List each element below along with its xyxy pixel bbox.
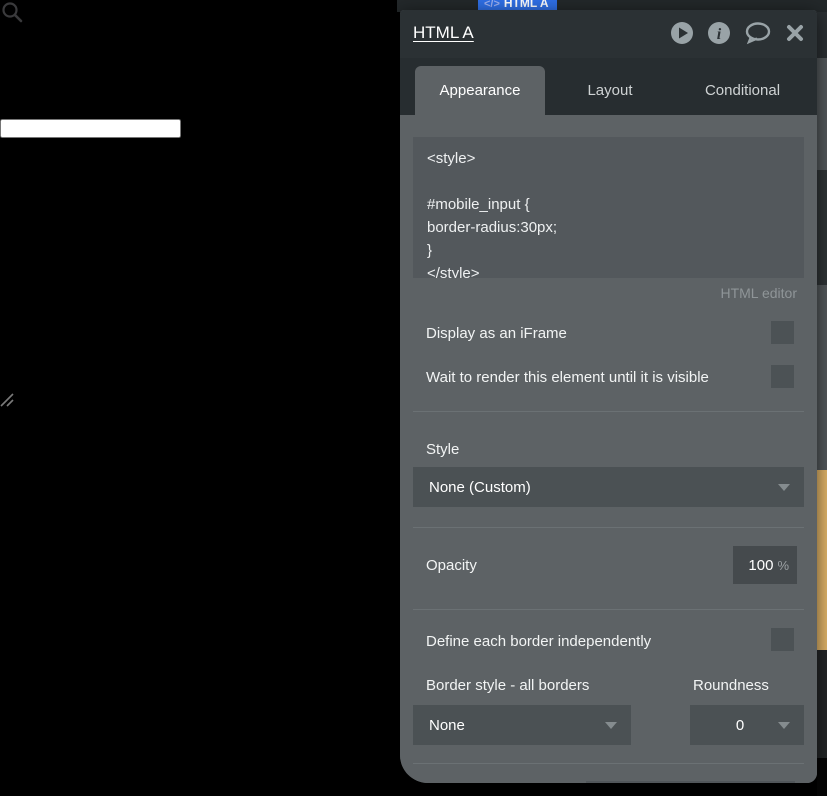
- property-editor-tabbar: Appearance Layout Conditional: [400, 58, 817, 115]
- comment-icon[interactable]: [744, 21, 772, 45]
- element-title[interactable]: HTML A: [413, 23, 474, 43]
- border-style-dropdown[interactable]: None: [413, 705, 631, 745]
- close-icon[interactable]: [785, 23, 805, 43]
- iframe-checkbox[interactable]: [771, 321, 794, 344]
- result-label: Element: [13, 210, 73, 227]
- opacity-unit: %: [777, 557, 789, 573]
- tab-layout[interactable]: Layout: [545, 66, 675, 115]
- play-icon[interactable]: [670, 21, 694, 45]
- result-page-name: v2_settings: [137, 210, 219, 227]
- result-label: Element: [13, 228, 73, 245]
- appearance-tab-content: <style> #mobile_input { border-radius:30…: [400, 115, 817, 783]
- html-editor-caption: HTML editor: [720, 285, 797, 301]
- border-style-label: Border style - all borders: [426, 677, 590, 694]
- property-editor-header: HTML A i: [400, 10, 817, 58]
- code-icon: </>: [484, 0, 500, 10]
- opacity-label: Opacity: [426, 557, 477, 574]
- partial-control-below: [586, 781, 795, 783]
- roundness-label: Roundness: [693, 677, 769, 694]
- selected-element-label: HTML A: [503, 0, 549, 10]
- style-label: Style: [426, 441, 460, 458]
- backdrop-segment: [817, 170, 827, 285]
- iframe-checkbox-label: Display as an iFrame: [426, 325, 567, 342]
- dialog-title: App search tool: [27, 11, 139, 28]
- section-divider: [413, 411, 804, 412]
- independent-borders-checkbox[interactable]: [771, 628, 794, 651]
- chevron-down-icon: [605, 722, 617, 729]
- tab-appearance[interactable]: Appearance: [415, 66, 545, 115]
- wait-render-checkbox[interactable]: [771, 365, 794, 388]
- result-page-name: v2_users: [137, 228, 203, 245]
- section-divider: [413, 609, 804, 610]
- section-divider: [413, 527, 804, 528]
- dialog-close-icon[interactable]: ✖: [143, 11, 156, 28]
- backdrop-segment: [817, 58, 827, 170]
- chevron-down-icon: [778, 722, 790, 729]
- backdrop-segment-orange: [817, 470, 827, 650]
- canvas-backdrop-strip: [817, 0, 827, 796]
- bubble-editor-screen: </> HTML A HTML A i Appearance Layout Co…: [0, 0, 827, 796]
- wait-render-checkbox-label: Wait to render this element until it is …: [426, 369, 709, 386]
- property-editor-panel: HTML A i Appearance Layout Conditional <…: [400, 10, 817, 783]
- result-element-name: HTML A: [76, 210, 133, 227]
- resize-handle-icon[interactable]: [0, 393, 14, 411]
- result-index: 2: [0, 228, 9, 245]
- backdrop-segment: [817, 758, 827, 796]
- search-icon: [0, 2, 28, 28]
- roundness-dropdown[interactable]: 0: [690, 705, 804, 745]
- section-divider: [413, 763, 804, 764]
- result-element-name: HTML A: [76, 228, 133, 245]
- opacity-input[interactable]: 100 %: [733, 546, 797, 584]
- tab-conditional[interactable]: Conditional: [675, 66, 810, 115]
- backdrop-segment: [817, 285, 827, 470]
- contains-text-input[interactable]: [0, 119, 181, 138]
- style-dropdown[interactable]: None (Custom): [413, 467, 804, 507]
- backdrop-segment: [817, 650, 827, 758]
- svg-text:i: i: [717, 26, 722, 43]
- info-icon[interactable]: i: [707, 21, 731, 45]
- chevron-down-icon: [778, 484, 790, 491]
- result-index: 1: [0, 210, 9, 227]
- independent-borders-label: Define each border independently: [426, 633, 652, 650]
- html-code-editor[interactable]: <style> #mobile_input { border-radius:30…: [413, 137, 804, 278]
